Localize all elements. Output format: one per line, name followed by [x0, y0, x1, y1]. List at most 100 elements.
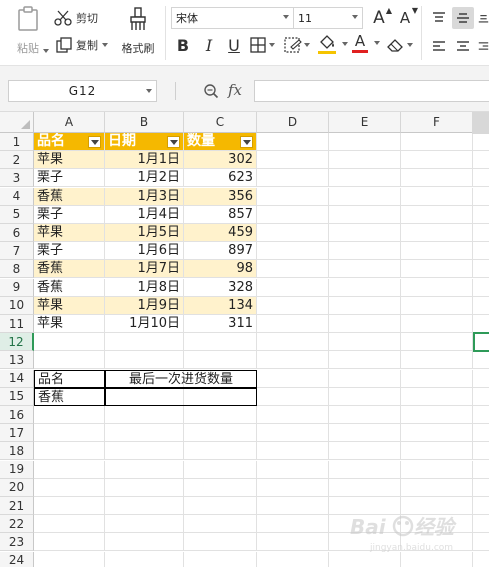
- table-row-cell[interactable]: 苹果: [34, 224, 105, 242]
- row-header-20[interactable]: 20: [0, 478, 34, 497]
- grid-cell[interactable]: [401, 478, 473, 497]
- grid-cell[interactable]: [257, 151, 329, 170]
- bold-button[interactable]: B: [173, 35, 193, 55]
- table-row-cell[interactable]: 1月8日: [105, 278, 184, 297]
- insert-function-button[interactable]: fx: [228, 80, 242, 100]
- grid-cell[interactable]: [473, 169, 489, 188]
- table-row-cell[interactable]: 134: [184, 296, 257, 315]
- grid-cell[interactable]: [257, 369, 329, 388]
- grid-cell[interactable]: [184, 460, 257, 479]
- table-row-cell[interactable]: 897: [184, 242, 257, 261]
- grid-cell[interactable]: [329, 205, 401, 224]
- align-top-button[interactable]: [429, 8, 449, 28]
- grid-cell[interactable]: [34, 478, 105, 497]
- row-header-14[interactable]: 14: [0, 369, 34, 388]
- grid-cell[interactable]: [257, 478, 329, 497]
- table-row-cell[interactable]: 1月4日: [105, 205, 184, 224]
- grid-cell[interactable]: [401, 169, 473, 188]
- row-header-13[interactable]: 13: [0, 351, 34, 370]
- grid-cell[interactable]: [34, 551, 105, 567]
- column-header-b[interactable]: B: [105, 112, 184, 133]
- grid-cell[interactable]: [105, 424, 184, 443]
- grid-cell[interactable]: [184, 333, 257, 352]
- table-row-cell[interactable]: 苹果: [34, 151, 105, 170]
- align-middle-button[interactable]: [452, 7, 474, 29]
- lookup-value-cell[interactable]: [105, 387, 257, 406]
- grid-cell[interactable]: [105, 478, 184, 497]
- table-row-cell[interactable]: 栗子: [34, 169, 105, 188]
- grid-cell[interactable]: [329, 296, 401, 315]
- borders-button[interactable]: [250, 37, 275, 53]
- grid-cell[interactable]: [401, 315, 473, 333]
- lookup-name-header[interactable]: 品名: [34, 369, 105, 388]
- grid-cell[interactable]: [105, 460, 184, 479]
- align-bottom-button[interactable]: [478, 8, 489, 28]
- decrease-font-size-button[interactable]: A ▼: [395, 6, 418, 28]
- grid-cell[interactable]: [329, 478, 401, 497]
- grid-cell[interactable]: [473, 370, 489, 388]
- grid-cell[interactable]: [401, 424, 473, 443]
- grid-cell[interactable]: [401, 460, 473, 479]
- table-row-cell[interactable]: 1月3日: [105, 187, 184, 206]
- row-header-6[interactable]: 6: [0, 224, 34, 242]
- grid-cell[interactable]: [105, 351, 184, 370]
- formula-input[interactable]: [254, 80, 489, 102]
- grid-cell[interactable]: [473, 424, 489, 443]
- fill-color-button[interactable]: [318, 35, 348, 54]
- grid-cell[interactable]: [34, 515, 105, 534]
- row-header-4[interactable]: 4: [0, 187, 34, 206]
- grid-cell[interactable]: [257, 224, 329, 242]
- grid-cell[interactable]: [257, 133, 329, 151]
- table-row-cell[interactable]: 1月2日: [105, 169, 184, 188]
- table-row-cell[interactable]: 栗子: [34, 242, 105, 261]
- grid-cell[interactable]: [257, 442, 329, 461]
- grid-cell[interactable]: [329, 224, 401, 242]
- table-header-cell[interactable]: 品名: [34, 133, 105, 151]
- row-header-21[interactable]: 21: [0, 497, 34, 515]
- grid-cell[interactable]: [257, 315, 329, 333]
- table-row-cell[interactable]: 香蕉: [34, 187, 105, 206]
- clear-button[interactable]: [386, 37, 413, 53]
- grid-cell[interactable]: [34, 406, 105, 424]
- grid-cell[interactable]: [329, 442, 401, 461]
- increase-font-size-button[interactable]: A ▲: [369, 6, 392, 28]
- grid-cell[interactable]: [473, 151, 489, 170]
- grid-cell[interactable]: [257, 260, 329, 279]
- grid-cell[interactable]: [34, 351, 105, 370]
- grid-cell[interactable]: [401, 387, 473, 406]
- table-row-cell[interactable]: 苹果: [34, 296, 105, 315]
- grid-cell[interactable]: [105, 442, 184, 461]
- grid-cell[interactable]: [329, 242, 401, 261]
- table-row-cell[interactable]: 1月10日: [105, 315, 184, 333]
- font-size-select[interactable]: 11: [293, 7, 363, 29]
- table-header-cell[interactable]: 日期: [105, 133, 184, 151]
- grid-cell[interactable]: [329, 369, 401, 388]
- grid-cell[interactable]: [401, 242, 473, 261]
- grid-cell[interactable]: [257, 296, 329, 315]
- row-header-24[interactable]: 24: [0, 551, 34, 567]
- row-header-22[interactable]: 22: [0, 515, 34, 534]
- row-header-10[interactable]: 10: [0, 296, 34, 315]
- grid-cell[interactable]: [401, 224, 473, 242]
- grid-cell[interactable]: [401, 442, 473, 461]
- vertical-scrollbar-thumb[interactable]: [472, 112, 489, 134]
- table-row-cell[interactable]: 1月7日: [105, 260, 184, 279]
- row-header-15[interactable]: 15: [0, 387, 34, 406]
- align-left-button[interactable]: [429, 37, 449, 55]
- grid-cell[interactable]: [329, 351, 401, 370]
- grid-cell[interactable]: [401, 351, 473, 370]
- table-row-cell[interactable]: 1月5日: [105, 224, 184, 242]
- grid-cell[interactable]: [257, 387, 329, 406]
- grid-cell[interactable]: [105, 406, 184, 424]
- table-row-cell[interactable]: 香蕉: [34, 278, 105, 297]
- grid-cell[interactable]: [473, 461, 489, 479]
- spreadsheet-grid[interactable]: ABCDEF 1 2 3 4 5 6 7 8 9 10 11 12 13 14 15 16 17 18 19 20 21…: [0, 112, 489, 567]
- underline-button[interactable]: U: [224, 35, 244, 55]
- row-header-5[interactable]: 5: [0, 205, 34, 224]
- grid-cell[interactable]: [257, 351, 329, 370]
- grid-cell[interactable]: [257, 515, 329, 534]
- grid-cell[interactable]: [401, 205, 473, 224]
- format-painter-button[interactable]: 格式刷: [116, 6, 160, 60]
- copy-button[interactable]: 复制: [56, 35, 108, 55]
- grid-cell[interactable]: [329, 133, 401, 151]
